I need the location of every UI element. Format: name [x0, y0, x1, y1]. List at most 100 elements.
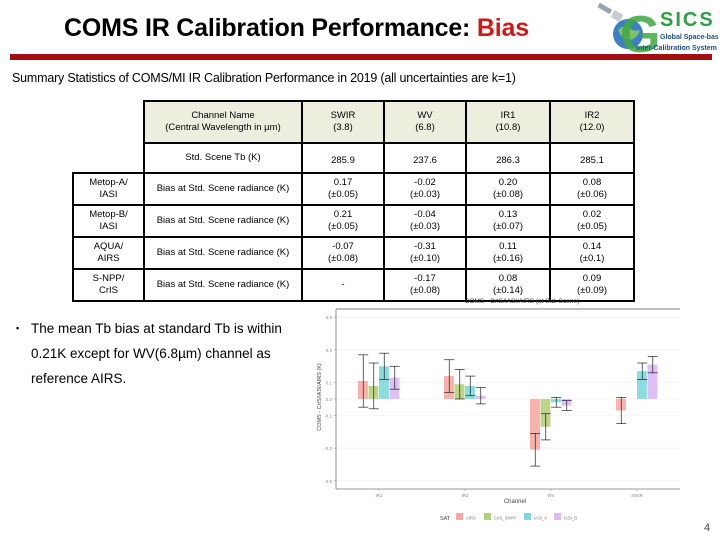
- bias-value: -0.02: [414, 177, 436, 188]
- bias-value: 0.11: [499, 241, 517, 252]
- channel-wavelength: (12.0): [579, 122, 605, 133]
- bias-cell: -0.07 (±0.08): [301, 236, 385, 270]
- header-channel: IR2 (12.0): [549, 100, 635, 144]
- legend-item: AIRS: [456, 513, 476, 521]
- reference-platform: S-NPP/: [92, 273, 125, 284]
- channel-wavelength: (6.8): [415, 122, 435, 133]
- y-tick-label: -0.3: [324, 446, 332, 451]
- channel-name: IR2: [584, 110, 600, 121]
- slide-title-main: COMS IR Calibration Performance:: [64, 14, 477, 42]
- bias-value: -0.31: [414, 241, 436, 252]
- legend-item: IASI_B: [554, 513, 577, 521]
- channel-name: SWIR: [330, 110, 356, 121]
- tb-value: 285.9: [301, 142, 385, 174]
- channel-name: WV: [417, 110, 433, 121]
- page-number: 4: [704, 522, 711, 534]
- bias-uncertainty: (±0.16): [492, 253, 524, 264]
- row-label: Bias at Std. Scene radiance (K): [143, 236, 303, 270]
- summary-table: Channel Name (Central Wavelength in µm) …: [72, 100, 635, 302]
- header-channel: SWIR (3.8): [301, 100, 385, 144]
- bullet-marker-icon: ▪: [16, 323, 20, 333]
- bias-cell: -0.31 (±0.10): [383, 236, 467, 270]
- bias-uncertainty: (±0.05): [576, 221, 608, 232]
- y-tick-label: 0.1: [326, 381, 333, 386]
- y-axis-label: COMS - CrIS/IASI/AIRS (K): [317, 363, 323, 431]
- bias-value: 0.13: [498, 209, 518, 220]
- reference-instrument: Metop-A/IASI: [72, 172, 145, 206]
- summary-bullet: ▪ The mean Tb bias at standard Tb is wit…: [16, 316, 306, 391]
- tb-value: 237.6: [383, 142, 467, 174]
- reference-sensor: AIRS: [97, 253, 120, 264]
- reference-platform: Metop-A/: [89, 177, 128, 188]
- logo-line1: Global Space-based: [660, 34, 718, 41]
- x-axis-label: Channel: [504, 499, 526, 505]
- y-tick-label: -0.1: [324, 413, 332, 418]
- table-row: Metop-B/IASI Bias at Std. Scene radiance…: [72, 204, 635, 238]
- bias-cell: 0.11 (±0.16): [465, 236, 551, 270]
- header-channel: IR1 (10.8): [465, 100, 551, 144]
- reference-instrument: S-NPP/CrIS: [72, 268, 145, 302]
- y-tick-label: -0.5: [324, 479, 332, 484]
- table-row: Metop-A/IASI Bias at Std. Scene radiance…: [72, 172, 635, 206]
- bias-cell: 0.20 (±0.08): [465, 172, 551, 206]
- legend-swatch: [484, 513, 491, 520]
- bias-cell: 0.21 (±0.05): [301, 204, 385, 238]
- bias-cell: 0.14 (±0.1): [549, 236, 635, 270]
- table-header-row: Channel Name (Central Wavelength in µm) …: [73, 100, 635, 144]
- bias-uncertainty: (±0.05): [327, 189, 359, 200]
- x-tick-label: IR1: [375, 493, 383, 498]
- bias-cell: 0.13 (±0.07): [465, 204, 551, 238]
- channel-name: IR1: [500, 110, 516, 121]
- legend-label: CrIS_SNPP: [494, 516, 516, 521]
- legend-label: IASI_B: [564, 516, 577, 521]
- row-label: Bias at Std. Scene radiance (K): [143, 172, 303, 206]
- tb-corner: [73, 143, 144, 173]
- bias-value: 0.20: [498, 177, 518, 188]
- legend-title: SAT: [440, 516, 451, 522]
- legend-item: IASI_A: [524, 513, 547, 521]
- bias-uncertainty: (±0.08): [492, 189, 524, 200]
- row-label: Bias at Std. Scene radiance (K): [143, 268, 303, 302]
- bias-cell: 0.17 (±0.05): [301, 172, 385, 206]
- bias-value: 0.02: [582, 209, 602, 220]
- bias-value: 0.08: [498, 273, 518, 284]
- bias-cell: 0.02 (±0.05): [549, 204, 635, 238]
- x-tick-label: IR2: [461, 493, 469, 498]
- bias-value: -: [341, 279, 345, 290]
- bias-uncertainty: (±0.07): [492, 221, 524, 232]
- bias-value: 0.17: [333, 177, 353, 188]
- tb-label: Std. Scene Tb (K): [143, 142, 303, 174]
- header-corner: [73, 101, 144, 143]
- bias-uncertainty: (±0.08): [327, 253, 359, 264]
- y-tick-label: 0.5: [326, 315, 333, 320]
- logo-letters: SICS: [660, 9, 715, 31]
- bias-uncertainty: (±0.05): [327, 221, 359, 232]
- slide-title-accent: Bias: [476, 14, 529, 42]
- header-channel-label: Channel Name (Central Wavelength in µm): [143, 100, 303, 144]
- bias-value: -0.17: [414, 273, 436, 284]
- legend-swatch: [456, 513, 463, 520]
- tb-value: 285.1: [549, 142, 635, 174]
- table-row: AQUA/AIRS Bias at Std. Scene radiance (K…: [72, 236, 635, 270]
- tb-value: 286.3: [465, 142, 551, 174]
- legend-swatch: [524, 513, 531, 520]
- bias-cell: -0.02 (±0.03): [383, 172, 467, 206]
- chart-title: COMS - CrIS/IASI/AIRS (at Std. Scene): [465, 298, 580, 305]
- bias-value: -0.07: [332, 241, 354, 252]
- bias-value: -0.04: [414, 209, 436, 220]
- x-tick-label: WV: [547, 493, 554, 498]
- legend-swatch: [554, 513, 561, 520]
- header-channel: WV (6.8): [383, 100, 467, 144]
- y-tick-label: 0.0: [326, 397, 333, 402]
- title-rule: [10, 54, 712, 60]
- reference-instrument: Metop-B/IASI: [72, 204, 145, 238]
- logo-line2: Inter-Calibration System: [636, 45, 717, 52]
- header-label-line1: Channel Name: [191, 110, 255, 121]
- table-row-std-scene-tb: Std. Scene Tb (K) 285.9 237.6 286.3 285.…: [73, 142, 635, 174]
- bias-uncertainty: (±0.03): [409, 189, 441, 200]
- legend-label: IASI_A: [534, 516, 547, 521]
- header-label-line2: (Central Wavelength in µm): [165, 122, 281, 133]
- legend-label: AIRS: [466, 516, 476, 521]
- bullet-text: The mean Tb bias at standard Tb is withi…: [31, 321, 282, 386]
- reference-sensor: IASI: [99, 189, 118, 200]
